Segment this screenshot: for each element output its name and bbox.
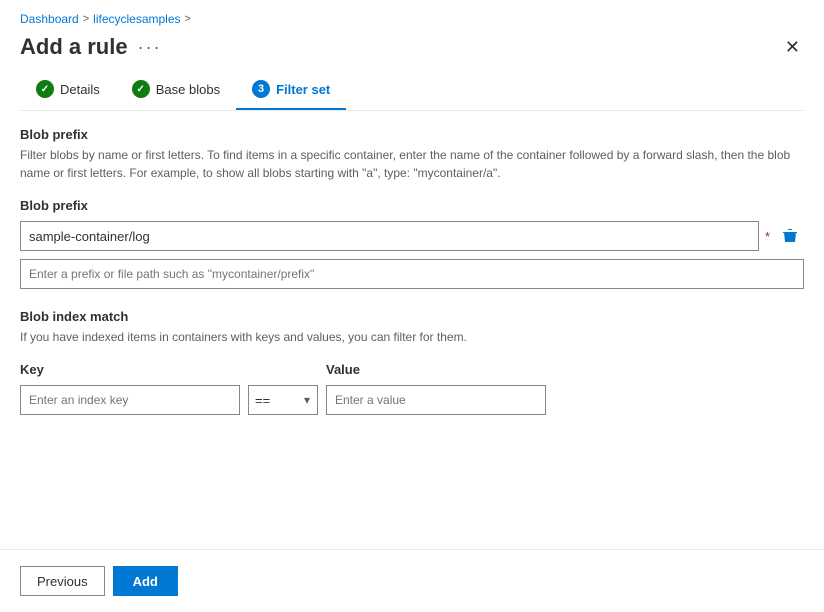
key-col-header: Key xyxy=(20,362,240,377)
value-input[interactable] xyxy=(326,385,546,415)
more-options-button[interactable]: ··· xyxy=(138,37,162,58)
breadcrumb-sep-2: > xyxy=(185,13,191,25)
blob-index-title: Blob index match xyxy=(20,309,804,324)
index-col-headers: Key Value xyxy=(20,362,804,377)
blob-prefix-desc: Filter blobs by name or first letters. T… xyxy=(20,146,804,182)
blob-prefix-section: Blob prefix Filter blobs by name or firs… xyxy=(20,127,804,289)
prefix-row-1: * xyxy=(20,221,804,251)
breadcrumb-sep-1: > xyxy=(83,13,89,25)
blob-index-section: Blob index match If you have indexed ite… xyxy=(20,309,804,415)
breadcrumb: Dashboard > lifecyclesamples > xyxy=(0,0,824,30)
blob-prefix-title: Blob prefix xyxy=(20,127,804,142)
prefix-input-1[interactable] xyxy=(20,221,759,251)
tab-base-blobs-label: Base blobs xyxy=(156,82,220,97)
blob-prefix-field-label: Blob prefix xyxy=(20,198,804,213)
trash-icon xyxy=(783,228,797,244)
tab-filter-set[interactable]: 3 Filter set xyxy=(236,72,346,110)
operator-select[interactable]: == != < <= > >= xyxy=(248,385,318,415)
tab-details[interactable]: ✓ Details xyxy=(20,72,116,110)
prefix-row-2 xyxy=(20,259,804,289)
add-button[interactable]: Add xyxy=(113,566,178,596)
close-button[interactable]: ✕ xyxy=(781,36,804,58)
index-input-row: == != < <= > >= xyxy=(20,385,804,415)
key-input[interactable] xyxy=(20,385,240,415)
tab-bar: ✓ Details ✓ Base blobs 3 Filter set xyxy=(0,72,824,110)
details-check-icon: ✓ xyxy=(36,80,54,98)
main-content: Blob prefix Filter blobs by name or firs… xyxy=(0,111,824,549)
delete-prefix-button[interactable] xyxy=(776,222,804,250)
previous-button[interactable]: Previous xyxy=(20,566,105,596)
base-blobs-check-icon: ✓ xyxy=(132,80,150,98)
blob-index-desc: If you have indexed items in containers … xyxy=(20,328,804,346)
prefix-input-2[interactable] xyxy=(20,259,804,289)
operator-select-wrapper: == != < <= > >= xyxy=(248,385,318,415)
page-title: Add a rule xyxy=(20,34,128,60)
tab-filter-set-label: Filter set xyxy=(276,82,330,97)
value-col-header: Value xyxy=(326,362,546,377)
filter-set-num-icon: 3 xyxy=(252,80,270,98)
footer: Previous Add xyxy=(0,550,824,612)
breadcrumb-dashboard[interactable]: Dashboard xyxy=(20,12,79,26)
breadcrumb-lifecyclesamples[interactable]: lifecyclesamples xyxy=(93,12,180,26)
page-header: Add a rule ··· ✕ xyxy=(0,30,824,72)
tab-details-label: Details xyxy=(60,82,100,97)
tab-base-blobs[interactable]: ✓ Base blobs xyxy=(116,72,236,110)
required-indicator: * xyxy=(765,229,770,244)
